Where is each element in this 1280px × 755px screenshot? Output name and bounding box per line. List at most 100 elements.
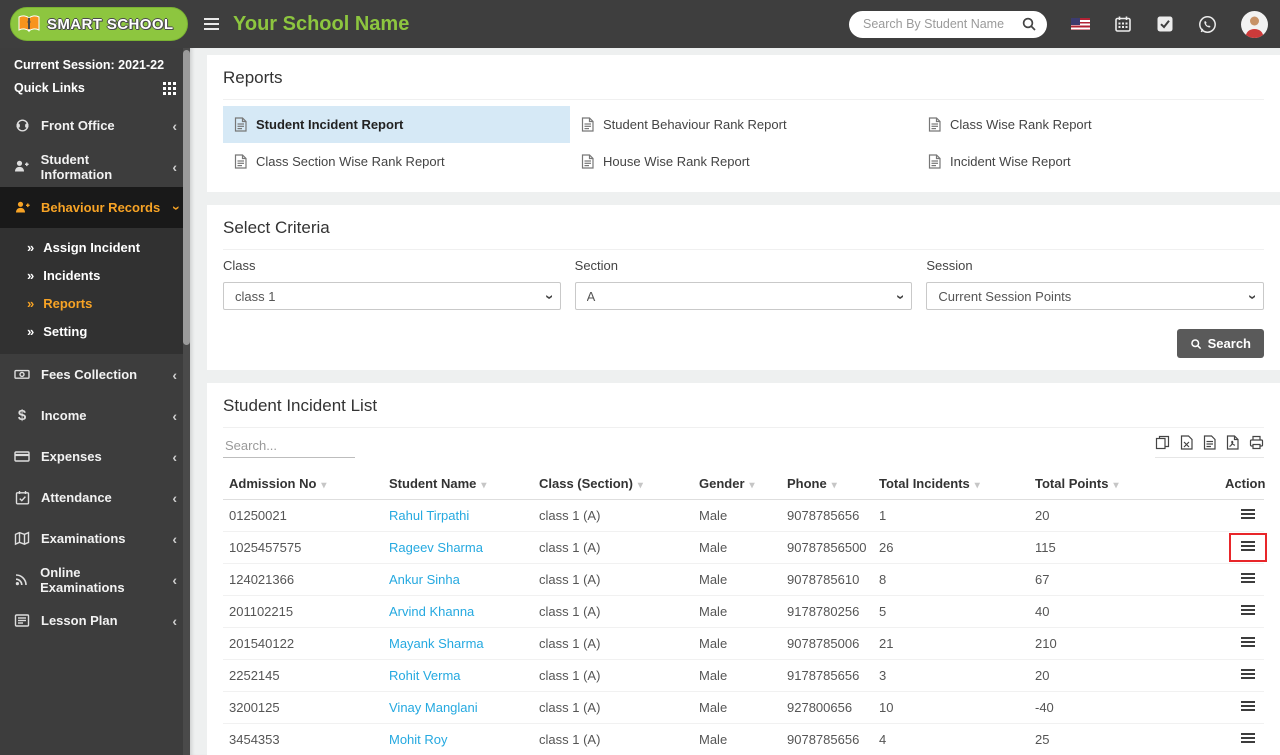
class-section-cell: class 1 (A) bbox=[533, 531, 693, 564]
export-toolbar bbox=[1155, 435, 1264, 458]
file-text-icon bbox=[581, 154, 594, 169]
map-icon bbox=[14, 531, 30, 546]
admission-no-cell: 124021366 bbox=[223, 563, 383, 596]
reports-grid: Student Incident Report Student Behaviou… bbox=[223, 106, 1264, 180]
file-text-icon bbox=[928, 117, 941, 132]
report-link-house-wise-rank[interactable]: House Wise Rank Report bbox=[570, 143, 917, 180]
user-avatar[interactable] bbox=[1241, 10, 1268, 38]
double-angle-icon bbox=[27, 324, 34, 339]
student-name-link[interactable]: Mohit Roy bbox=[389, 732, 448, 747]
student-name-link[interactable]: Mayank Sharma bbox=[389, 636, 484, 651]
submenu-item-setting[interactable]: Setting bbox=[0, 317, 190, 345]
sidebar-item-lesson-plan[interactable]: Lesson Plan bbox=[0, 600, 190, 641]
admission-no-cell: 3454353 bbox=[223, 723, 383, 755]
us-flag-icon[interactable] bbox=[1071, 18, 1090, 30]
search-icon[interactable] bbox=[1021, 16, 1037, 32]
total-incidents-cell: 8 bbox=[873, 563, 1029, 596]
submenu-item-assign-incident[interactable]: Assign Incident bbox=[0, 233, 190, 261]
dollar-icon: $ bbox=[17, 407, 27, 424]
student-search-input[interactable] bbox=[863, 17, 1021, 31]
action-menu-icon[interactable] bbox=[1241, 699, 1255, 713]
student-name-link[interactable]: Arvind Khanna bbox=[389, 604, 474, 619]
column-total-points[interactable]: Total Points bbox=[1029, 467, 1219, 500]
total-points-cell: 67 bbox=[1029, 563, 1219, 596]
sidebar-item-student-information[interactable]: Student Information bbox=[0, 146, 190, 187]
header-search bbox=[849, 10, 1047, 38]
student-name-link[interactable]: Rageev Sharma bbox=[389, 540, 483, 555]
submenu-item-reports[interactable]: Reports bbox=[0, 289, 190, 317]
select-criteria-card: Select Criteria Class class 1 Section A … bbox=[207, 205, 1280, 370]
total-incidents-cell: 5 bbox=[873, 595, 1029, 628]
report-link-class-wise-rank[interactable]: Class Wise Rank Report bbox=[917, 106, 1264, 143]
action-menu-icon[interactable] bbox=[1241, 603, 1255, 617]
sort-icon bbox=[827, 476, 837, 491]
column-student-name[interactable]: Student Name bbox=[383, 467, 533, 500]
sidebar-item-online-examinations[interactable]: Online Examinations bbox=[0, 559, 190, 600]
column-admission-no[interactable]: Admission No bbox=[223, 467, 383, 500]
calendar-icon[interactable] bbox=[1114, 15, 1132, 33]
submenu-item-label: Reports bbox=[43, 295, 93, 311]
check-square-icon[interactable] bbox=[1156, 15, 1174, 33]
section-select[interactable]: A bbox=[575, 283, 912, 309]
table-row: 3454353 Mohit Roy class 1 (A) Male 90787… bbox=[223, 723, 1264, 755]
support-icon bbox=[14, 118, 30, 133]
submenu-item-label: Incidents bbox=[43, 267, 101, 283]
sidebar-item-income[interactable]: $ Income bbox=[0, 395, 190, 436]
class-section-cell: class 1 (A) bbox=[533, 691, 693, 724]
excel-icon[interactable] bbox=[1180, 435, 1193, 450]
session-select-wrap: Current Session Points bbox=[926, 282, 1264, 310]
action-menu-icon[interactable] bbox=[1241, 731, 1255, 745]
admission-no-cell: 3200125 bbox=[223, 691, 383, 724]
table-header-row: Admission No Student Name Class (Section… bbox=[223, 467, 1265, 500]
scrollbar-thumb[interactable] bbox=[183, 50, 190, 345]
file-lines-icon[interactable] bbox=[1203, 435, 1216, 450]
chevron-left-icon bbox=[172, 409, 177, 423]
pdf-icon[interactable] bbox=[1226, 435, 1239, 450]
action-menu-icon[interactable] bbox=[1241, 635, 1255, 649]
quick-links[interactable]: Quick Links bbox=[0, 72, 190, 105]
session-select[interactable]: Current Session Points bbox=[927, 283, 1263, 309]
sidebar-item-front-office[interactable]: Front Office bbox=[0, 105, 190, 146]
admission-no-cell: 1025457575 bbox=[223, 531, 383, 564]
hamburger-icon[interactable] bbox=[204, 15, 219, 33]
student-name-link[interactable]: Ankur Sinha bbox=[389, 572, 460, 587]
sidebar-item-behaviour-records[interactable]: Behaviour Records bbox=[0, 187, 190, 228]
report-link-incident-wise[interactable]: Incident Wise Report bbox=[917, 143, 1264, 180]
class-section-cell: class 1 (A) bbox=[533, 563, 693, 596]
grid-icon[interactable] bbox=[163, 81, 176, 95]
report-link-class-section-wise-rank[interactable]: Class Section Wise Rank Report bbox=[223, 143, 570, 180]
table-row: 201102215 Arvind Khanna class 1 (A) Male… bbox=[223, 595, 1264, 628]
action-menu-icon[interactable] bbox=[1241, 571, 1255, 585]
student-name-link[interactable]: Vinay Manglani bbox=[389, 700, 478, 715]
submenu-item-label: Setting bbox=[43, 323, 88, 339]
student-name-link[interactable]: Rahul Tirpathi bbox=[389, 508, 469, 523]
table-search-input[interactable] bbox=[223, 434, 355, 458]
whatsapp-icon[interactable] bbox=[1198, 15, 1217, 34]
submenu-item-incidents[interactable]: Incidents bbox=[0, 261, 190, 289]
column-class-section[interactable]: Class (Section) bbox=[533, 467, 693, 500]
phone-cell: 9078785656 bbox=[781, 723, 873, 755]
sidebar-item-examinations[interactable]: Examinations bbox=[0, 518, 190, 559]
action-menu-icon[interactable] bbox=[1241, 507, 1255, 521]
column-total-incidents[interactable]: Total Incidents bbox=[873, 467, 1029, 500]
sidebar-item-fees-collection[interactable]: Fees Collection bbox=[0, 354, 190, 395]
sidebar-item-attendance[interactable]: Attendance bbox=[0, 477, 190, 518]
smart-school-logo[interactable]: SMART SCHOOL bbox=[10, 7, 189, 41]
copy-icon[interactable] bbox=[1155, 435, 1170, 450]
class-select[interactable]: class 1 bbox=[224, 283, 560, 309]
report-link-student-incident[interactable]: Student Incident Report bbox=[223, 106, 570, 143]
print-icon[interactable] bbox=[1249, 435, 1264, 450]
student-name-link[interactable]: Rohit Verma bbox=[389, 668, 461, 683]
action-menu-icon[interactable] bbox=[1241, 539, 1255, 553]
report-link-student-behaviour-rank[interactable]: Student Behaviour Rank Report bbox=[570, 106, 917, 143]
action-menu-icon[interactable] bbox=[1241, 667, 1255, 681]
table-search bbox=[223, 434, 355, 458]
admission-no-cell: 2252145 bbox=[223, 659, 383, 692]
file-text-icon bbox=[234, 154, 247, 169]
column-phone[interactable]: Phone bbox=[781, 467, 873, 500]
class-section-cell: class 1 (A) bbox=[533, 499, 693, 532]
sidebar-item-expenses[interactable]: Expenses bbox=[0, 436, 190, 477]
column-gender[interactable]: Gender bbox=[693, 467, 781, 500]
sidebar-scrollbar[interactable] bbox=[183, 48, 190, 755]
search-button[interactable]: Search bbox=[1176, 329, 1264, 358]
